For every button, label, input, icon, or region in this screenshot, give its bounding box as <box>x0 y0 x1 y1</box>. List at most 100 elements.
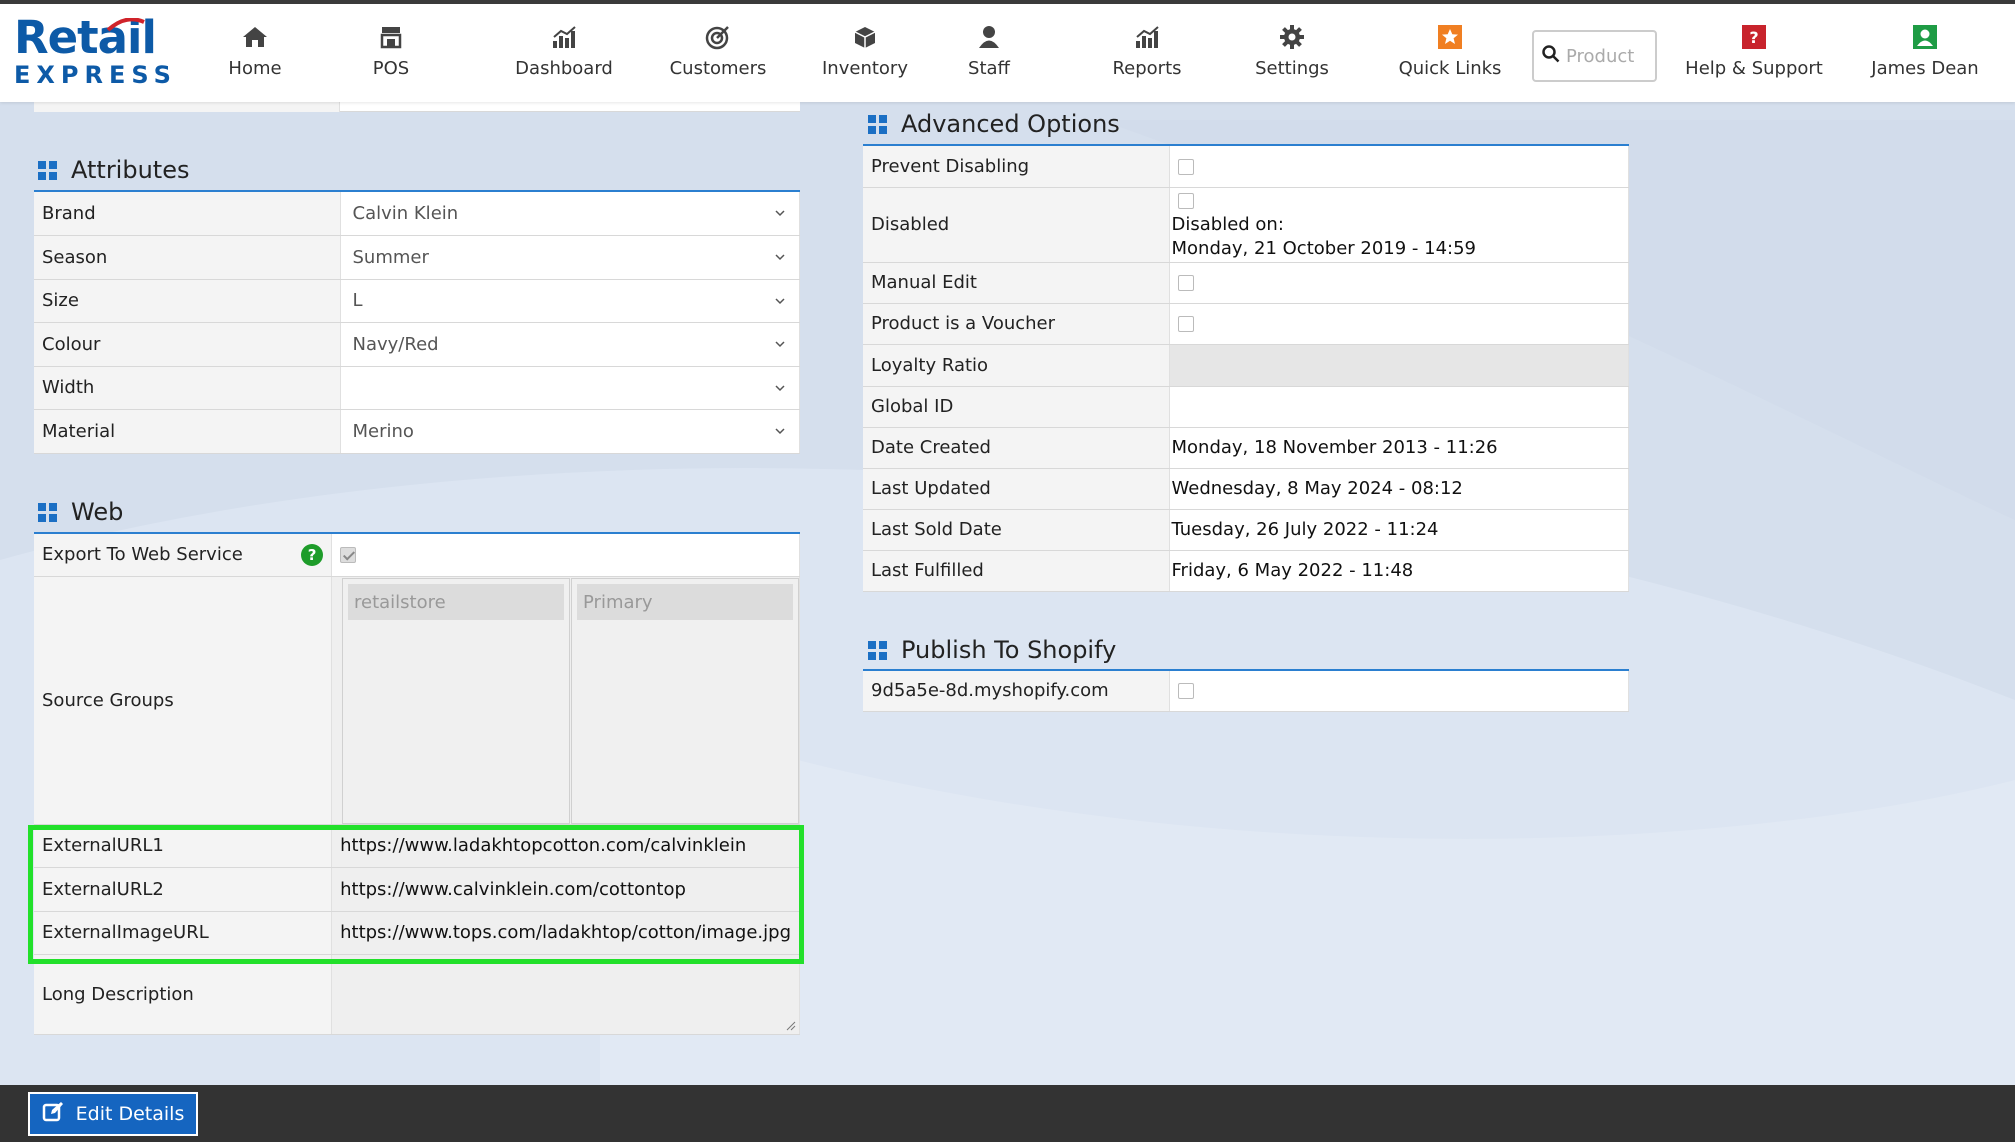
retail-express-logo[interactable]: Retail EXPRESS <box>14 14 177 94</box>
last-updated-label: Last Updated <box>863 468 1170 510</box>
shopify-store-checkbox[interactable] <box>1177 683 1194 700</box>
web-section-title: Web <box>38 498 123 526</box>
nav-staff[interactable]: Staff <box>968 22 1010 94</box>
season-select[interactable]: Summer <box>340 235 800 280</box>
external-url-1-value[interactable]: https://www.ladakhtopcotton.com/calvinkl… <box>331 824 800 868</box>
nav-pos[interactable]: POS <box>366 22 416 94</box>
chevron-down-icon <box>775 297 785 304</box>
chevron-down-icon <box>775 341 785 348</box>
disabled-label: Disabled <box>863 187 1170 263</box>
nav-quick-links[interactable]: Quick Links <box>1399 22 1501 94</box>
product-is-voucher-label: Product is a Voucher <box>863 303 1170 345</box>
disabled-checkbox[interactable] <box>1177 192 1194 209</box>
source-group-list-right[interactable]: Primary <box>571 578 799 824</box>
chevron-down-icon <box>775 210 785 217</box>
external-image-url-label: ExternalImageURL <box>34 911 333 955</box>
date-created-label: Date Created <box>863 427 1170 469</box>
bottom-action-bar <box>0 1085 2015 1142</box>
chevron-down-icon <box>775 428 785 435</box>
advanced-row-voucher: Product is a Voucher <box>863 303 1629 345</box>
long-description-textarea[interactable] <box>331 954 800 1035</box>
box-icon <box>853 22 877 52</box>
advanced-row-last-sold: Last Sold Date Tuesday, 26 July 2022 - 1… <box>863 509 1629 551</box>
advanced-options-table: Prevent Disabling Disabled Disabled on: … <box>863 146 1629 592</box>
manual-edit-checkbox[interactable] <box>1177 275 1194 291</box>
global-id-field[interactable] <box>1169 386 1629 428</box>
external-url-2-label: ExternalURL2 <box>34 867 333 912</box>
attribute-label: Brand <box>34 192 341 236</box>
nav-user-name: James Dean <box>1871 58 1979 79</box>
nav-dashboard-label: Dashboard <box>515 58 613 79</box>
export-to-web-service-checkbox[interactable] <box>340 547 357 564</box>
external-url-2-value[interactable]: https://www.calvinklein.com/cottontop <box>331 867 800 912</box>
season-value: Summer <box>352 246 429 268</box>
nav-help-support-label: Help & Support <box>1685 58 1823 79</box>
nav-reports-label: Reports <box>1112 58 1182 79</box>
prevent-disabling-checkbox[interactable] <box>1177 158 1194 175</box>
prevent-disabling-label: Prevent Disabling <box>863 146 1170 188</box>
chevron-down-icon <box>775 384 785 391</box>
attribute-row-colour: Colour Navy/Red <box>34 322 800 367</box>
advanced-row-last-updated: Last Updated Wednesday, 8 May 2024 - 08:… <box>863 468 1629 510</box>
target-icon <box>705 22 731 52</box>
section-grid-icon <box>868 114 887 134</box>
edit-icon <box>42 1101 64 1128</box>
external-image-url-value[interactable]: https://www.tops.com/ladakhtop/cotton/im… <box>331 911 800 955</box>
brand-select[interactable]: Calvin Klein <box>340 192 800 236</box>
nav-customers[interactable]: Customers <box>668 22 768 94</box>
long-description-label: Long Description <box>34 954 333 1035</box>
colour-select[interactable]: Navy/Red <box>340 322 800 367</box>
voucher-cell <box>1169 303 1629 345</box>
nav-settings[interactable]: Settings <box>1255 22 1329 94</box>
chevron-down-icon <box>775 254 785 261</box>
section-grid-icon <box>38 502 57 522</box>
last-fulfilled-value: Friday, 6 May 2022 - 11:48 <box>1169 550 1629 592</box>
date-created-value: Monday, 18 November 2013 - 11:26 <box>1169 427 1629 469</box>
publish-to-shopify-title-text: Publish To Shopify <box>901 636 1117 664</box>
loyalty-ratio-field[interactable] <box>1169 344 1629 387</box>
attribute-label: Width <box>34 366 341 410</box>
nav-home[interactable]: Home <box>225 22 285 94</box>
global-id-label: Global ID <box>863 386 1170 428</box>
size-select[interactable]: L <box>340 279 800 323</box>
logo-text-express: EXPRESS <box>14 61 177 89</box>
web-title-text: Web <box>71 498 124 526</box>
gear-icon <box>1279 22 1305 52</box>
publish-to-shopify-section-title: Publish To Shopify <box>868 636 1116 664</box>
source-group-list-left[interactable]: retailstore <box>342 578 570 824</box>
manual-edit-label: Manual Edit <box>863 262 1170 304</box>
last-sold-date-label: Last Sold Date <box>863 509 1170 551</box>
top-navigation-bar: Retail EXPRESS Home POS Dashboard Custom… <box>0 0 2015 102</box>
attribute-row-width: Width <box>34 366 800 410</box>
nav-user-profile[interactable]: James Dean <box>1870 22 1980 94</box>
attributes-table: Brand Calvin Klein Season Summer Size L … <box>34 192 800 454</box>
attributes-title-text: Attributes <box>71 156 190 184</box>
advanced-row-global-id: Global ID <box>863 386 1629 428</box>
resize-handle-icon[interactable] <box>786 1021 796 1031</box>
nav-reports[interactable]: Reports <box>1112 22 1182 94</box>
nav-help-support[interactable]: ? Help & Support <box>1685 22 1823 94</box>
nav-inventory-label: Inventory <box>822 58 908 79</box>
source-group-primary[interactable]: Primary <box>577 584 793 620</box>
home-icon <box>242 22 268 52</box>
material-select[interactable]: Merino <box>340 409 800 454</box>
web-row-external-url-2: ExternalURL2 https://www.calvinklein.com… <box>34 867 800 912</box>
nav-pos-label: POS <box>372 58 410 79</box>
width-select[interactable] <box>340 366 800 410</box>
search-input[interactable] <box>1566 45 1646 67</box>
nav-inventory[interactable]: Inventory <box>822 22 908 94</box>
person-icon <box>978 22 1000 52</box>
product-is-voucher-checkbox[interactable] <box>1177 316 1194 332</box>
advanced-row-disabled: Disabled Disabled on: Monday, 21 October… <box>863 187 1629 263</box>
source-groups-label: Source Groups <box>34 576 333 825</box>
help-icon[interactable]: ? <box>301 543 324 566</box>
product-search-box[interactable] <box>1532 30 1657 82</box>
source-group-retailstore[interactable]: retailstore <box>348 584 564 620</box>
attribute-label: Material <box>34 409 341 454</box>
edit-details-button[interactable]: Edit Details <box>28 1092 198 1136</box>
external-url-1-label: ExternalURL1 <box>34 824 333 868</box>
scrolled-row-remnant <box>34 102 800 112</box>
search-icon <box>1542 44 1560 68</box>
nav-dashboard[interactable]: Dashboard <box>514 22 614 94</box>
web-row-export: Export To Web Service ? <box>34 534 800 577</box>
